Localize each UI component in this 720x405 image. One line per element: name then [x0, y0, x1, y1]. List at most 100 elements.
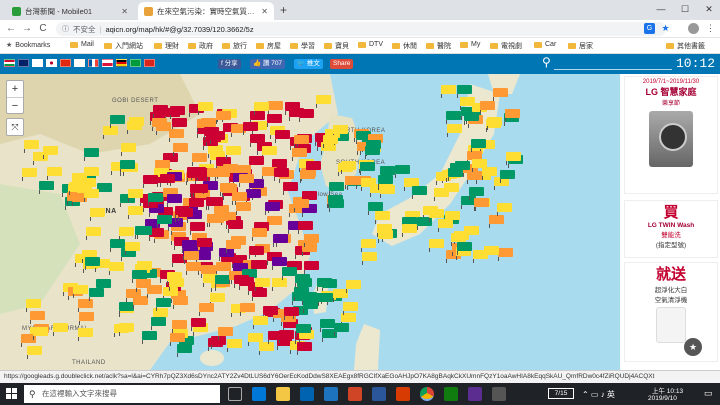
app-icon[interactable] — [468, 387, 482, 401]
aqi-station-marker[interactable] — [132, 270, 147, 283]
aqi-station-marker[interactable] — [215, 168, 230, 181]
close-icon[interactable]: ✕ — [261, 7, 268, 16]
close-window-button[interactable]: ✕ — [698, 2, 720, 16]
aqi-station-marker[interactable] — [360, 162, 375, 175]
aqi-station-marker[interactable] — [97, 183, 112, 196]
aqi-station-marker[interactable] — [198, 102, 213, 115]
aqi-station-marker[interactable] — [303, 300, 318, 313]
aqi-station-marker[interactable] — [246, 189, 261, 202]
aqi-station-marker[interactable] — [268, 331, 283, 344]
aqi-station-marker[interactable] — [316, 95, 331, 108]
aqi-station-marker[interactable] — [320, 319, 335, 332]
aqi-station-marker[interactable] — [53, 323, 68, 336]
aqi-station-marker[interactable] — [199, 303, 214, 316]
bookmark-item[interactable]: ★ Bookmarks — [6, 41, 50, 50]
aqi-station-marker[interactable] — [110, 115, 125, 128]
bookmark-item[interactable]: 入門網站 — [104, 41, 143, 51]
aqi-station-marker[interactable] — [78, 328, 93, 341]
aqi-station-marker[interactable] — [341, 161, 356, 174]
edge-icon[interactable] — [252, 387, 266, 401]
aqi-station-marker[interactable] — [133, 296, 148, 309]
aqi-station-marker[interactable] — [210, 131, 225, 144]
aqi-station-marker[interactable] — [172, 320, 187, 333]
aqi-station-marker[interactable] — [446, 111, 461, 124]
bookmark-item[interactable]: 醫院 — [426, 41, 451, 51]
aqi-station-marker[interactable] — [252, 228, 267, 241]
aqi-station-marker[interactable] — [240, 303, 255, 316]
aqi-station-marker[interactable] — [120, 160, 135, 173]
aqi-station-marker[interactable] — [192, 153, 207, 166]
bookmark-item[interactable]: 政府 — [188, 41, 213, 51]
search-input[interactable] — [554, 69, 672, 70]
aqi-station-marker[interactable] — [153, 105, 168, 118]
info-icon[interactable]: ⓘ — [62, 24, 69, 34]
aqi-station-marker[interactable] — [412, 186, 427, 199]
bookmark-item[interactable]: 學習 — [290, 41, 315, 51]
aqi-station-marker[interactable] — [127, 121, 142, 134]
aqi-station-marker[interactable] — [182, 240, 197, 253]
aqi-station-marker[interactable] — [143, 175, 158, 188]
bookmark-item[interactable]: DTV — [358, 41, 383, 48]
aqi-station-marker[interactable] — [457, 242, 472, 255]
aqi-station-marker[interactable] — [378, 175, 393, 188]
aqi-station-marker[interactable] — [493, 88, 508, 101]
aqi-station-marker[interactable] — [267, 216, 282, 229]
taskbar-search-input[interactable]: 在這裡輸入文字來搜尋 — [24, 385, 220, 403]
bookmark-item[interactable]: 電視劇 — [490, 41, 522, 51]
aqi-station-marker[interactable] — [110, 239, 125, 252]
powerpoint-icon[interactable] — [396, 387, 410, 401]
bookmark-item[interactable]: Car — [534, 41, 556, 48]
bookmark-item[interactable]: 旅行 — [222, 41, 247, 51]
aqi-station-marker[interactable] — [284, 307, 299, 320]
aqi-station-marker[interactable] — [147, 285, 162, 298]
aqi-station-marker[interactable] — [275, 130, 290, 143]
flag-icon[interactable] — [102, 59, 113, 67]
aqi-station-marker[interactable] — [482, 167, 497, 180]
bookmark-item[interactable]: 休閒 — [392, 41, 417, 51]
aqi-station-marker[interactable] — [429, 209, 444, 222]
flag-icon[interactable] — [32, 59, 43, 67]
aqi-station-marker[interactable] — [253, 316, 268, 329]
aqi-station-marker[interactable] — [119, 302, 134, 315]
aqi-station-marker[interactable] — [193, 184, 208, 197]
zoom-out-button[interactable]: − — [7, 97, 23, 113]
aqi-station-marker[interactable] — [228, 220, 243, 233]
ime-indicator[interactable]: 7/15 — [548, 388, 574, 399]
aqi-station-marker[interactable] — [451, 233, 466, 246]
favorite-star-icon[interactable]: ★ — [684, 338, 702, 356]
aqi-station-marker[interactable] — [172, 118, 187, 131]
aqi-station-marker[interactable] — [375, 211, 390, 224]
aqi-station-marker[interactable] — [22, 168, 37, 181]
aqi-station-marker[interactable] — [78, 299, 93, 312]
aqi-station-marker[interactable] — [318, 293, 333, 306]
store-icon[interactable] — [300, 387, 314, 401]
aqi-station-marker[interactable] — [85, 257, 100, 270]
aqi-station-marker[interactable] — [505, 109, 520, 122]
aqi-station-marker[interactable] — [86, 227, 101, 240]
aqi-station-marker[interactable] — [157, 215, 172, 228]
aqi-station-marker[interactable] — [210, 293, 225, 306]
aqi-station-marker[interactable] — [30, 311, 45, 324]
aqi-station-marker[interactable] — [262, 146, 277, 159]
bookmark-item[interactable]: 其他書籤 — [666, 41, 705, 51]
taskbar-date[interactable]: 2019/9/10 — [648, 395, 677, 402]
aqi-station-marker[interactable] — [142, 331, 157, 344]
tray-icons[interactable]: ⌃ ▭ ♪ 英 — [582, 389, 615, 400]
aqi-station-marker[interactable] — [84, 189, 99, 202]
aqi-station-marker[interactable] — [169, 129, 184, 142]
menu-kebab-icon[interactable]: ⋮ — [705, 23, 716, 34]
ad-banner-lg[interactable]: 2019/7/1~2019/11/30 LG 智慧家庭 樂享節 — [624, 76, 718, 194]
aqi-station-marker[interactable] — [184, 251, 199, 264]
aqi-station-marker[interactable] — [333, 125, 348, 138]
aqi-station-marker[interactable] — [460, 97, 475, 110]
translate-icon[interactable]: G — [644, 23, 655, 34]
aqi-station-marker[interactable] — [285, 102, 300, 115]
aqi-station-marker[interactable] — [119, 227, 134, 240]
aqi-station-marker[interactable] — [447, 124, 462, 137]
aqi-station-marker[interactable] — [274, 168, 289, 181]
aqi-station-marker[interactable] — [361, 178, 376, 191]
aqi-station-marker[interactable] — [189, 198, 204, 211]
aqi-station-marker[interactable] — [365, 146, 380, 159]
aqi-station-marker[interactable] — [292, 148, 307, 161]
aqi-station-marker[interactable] — [402, 224, 417, 237]
